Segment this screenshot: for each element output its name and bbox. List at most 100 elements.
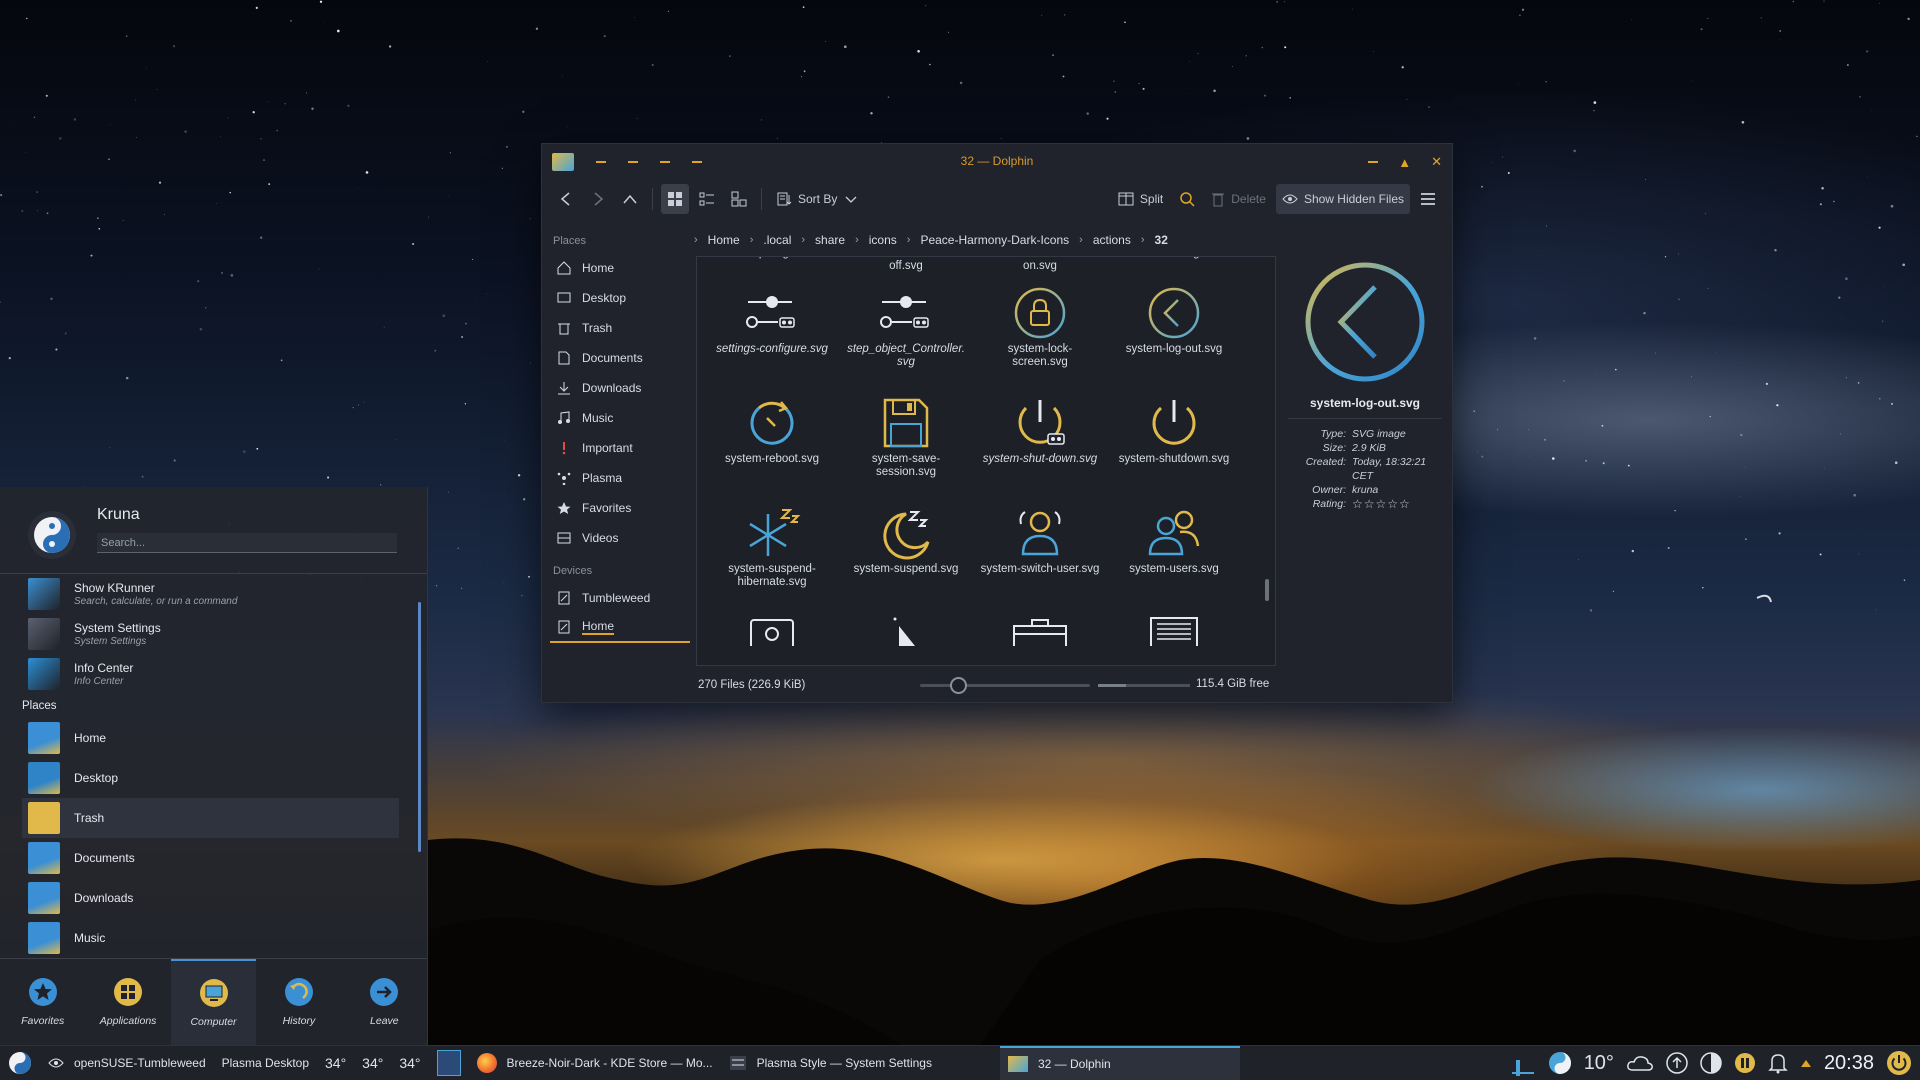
activity-switcher[interactable]: openSUSE-Tumbleweed xyxy=(40,1046,214,1080)
breadcrumb-item[interactable]: Home xyxy=(708,233,740,247)
places-item-music[interactable]: Music xyxy=(550,403,690,433)
places-item-plasma[interactable]: Plasma xyxy=(550,463,690,493)
file-item[interactable]: screen-rotate-auto-on.svg xyxy=(973,257,1107,279)
forward-button[interactable] xyxy=(584,184,612,214)
file-item[interactable]: system-reboot.svg xyxy=(705,389,839,499)
chevron-up-icon[interactable] xyxy=(1800,1058,1812,1068)
launcher-place-home[interactable]: Home xyxy=(0,718,427,758)
file-item[interactable]: system-save-session.svg xyxy=(839,389,973,499)
file-item[interactable]: system-users.svg xyxy=(1107,499,1241,609)
breadcrumb-item[interactable]: icons xyxy=(869,233,897,247)
dolphin-window[interactable]: 32 — Dolphin ▲ ✕ Sort By Split Delete Sh… xyxy=(541,143,1453,703)
file-item[interactable]: qa.svg xyxy=(705,257,839,279)
breadcrumb-item[interactable]: .local xyxy=(763,233,791,247)
places-item-videos[interactable]: Videos xyxy=(550,523,690,553)
task-system-settings[interactable]: Plasma Style — System Settings xyxy=(721,1046,940,1080)
file-item[interactable]: system-suspend-hibernate.svg xyxy=(705,499,839,609)
back-button[interactable] xyxy=(552,184,580,214)
information-panel: system-log-out.svg Type: SVG image Size: 2.… xyxy=(1280,256,1450,511)
pager-desktop[interactable] xyxy=(436,1050,461,1076)
up-button[interactable] xyxy=(616,184,644,214)
launcher-item-system-settings[interactable]: System Settings System Settings xyxy=(0,614,427,654)
file-item[interactable]: system-log-out.svg xyxy=(1107,279,1241,389)
device-item-home-partition[interactable]: Home xyxy=(550,613,690,643)
places-item-trash[interactable]: Trash xyxy=(550,313,690,343)
file-item[interactable] xyxy=(705,609,839,649)
file-item[interactable]: settings-configure.svg xyxy=(705,279,839,389)
breadcrumb-item[interactable]: 32 xyxy=(1155,233,1168,247)
zoom-slider[interactable] xyxy=(920,677,1090,694)
file-item[interactable]: system-lock-screen.svg xyxy=(973,279,1107,389)
cloud-icon[interactable] xyxy=(1626,1053,1654,1073)
app-launcher-button[interactable] xyxy=(0,1046,40,1080)
file-item[interactable]: system-switch-user.svg xyxy=(973,499,1107,609)
tab-leave[interactable]: Leave xyxy=(342,959,427,1045)
power-icon[interactable] xyxy=(1886,1050,1912,1076)
hamburger-menu-button[interactable] xyxy=(1414,184,1442,214)
weather-temperature[interactable]: 10° xyxy=(1584,1052,1614,1075)
split-button[interactable]: Split xyxy=(1112,184,1169,214)
places-item-documents[interactable]: Documents xyxy=(550,343,690,373)
search-button[interactable] xyxy=(1173,184,1201,214)
file-item[interactable]: system-suspend.svg xyxy=(839,499,973,609)
delete-button[interactable]: Delete xyxy=(1205,184,1272,214)
details-view-button[interactable] xyxy=(725,184,753,214)
search-input[interactable] xyxy=(97,533,397,553)
media-pause-icon[interactable] xyxy=(1734,1052,1756,1074)
places-item-home[interactable]: Home xyxy=(550,253,690,283)
places-item-favorites[interactable]: Favorites xyxy=(550,493,690,523)
opensuse-update-icon[interactable] xyxy=(1548,1051,1572,1075)
tab-computer[interactable]: Computer xyxy=(170,959,257,1045)
task-dolphin[interactable]: 32 — Dolphin xyxy=(999,1046,1240,1080)
temperature-widget[interactable]: 34° xyxy=(391,1055,428,1071)
tab-history[interactable]: History xyxy=(256,959,341,1045)
launcher-place-trash[interactable]: Trash xyxy=(22,798,399,838)
file-view[interactable]: qa.svg screen-rotate-auto-off.svg screen-r… xyxy=(696,256,1276,666)
avatar[interactable] xyxy=(28,511,76,559)
launcher-place-desktop[interactable]: Desktop xyxy=(0,758,427,798)
file-item[interactable]: select.svg xyxy=(1107,257,1241,279)
color-picker-icon[interactable] xyxy=(1700,1052,1722,1074)
tab-favorites[interactable]: Favorites xyxy=(0,959,85,1045)
launcher-place-downloads[interactable]: Downloads xyxy=(0,878,427,918)
compact-view-button[interactable] xyxy=(693,184,721,214)
file-item[interactable] xyxy=(973,609,1107,649)
sort-by-button[interactable]: Sort By xyxy=(770,184,863,214)
upload-icon[interactable] xyxy=(1666,1052,1688,1074)
launcher-item-info-center[interactable]: Info Center Info Center xyxy=(0,654,427,694)
blue-bars-icon[interactable] xyxy=(1510,1050,1536,1076)
pager[interactable] xyxy=(429,1046,469,1080)
breadcrumb-item[interactable]: actions xyxy=(1093,233,1131,247)
titlebar[interactable]: 32 — Dolphin ▲ ✕ xyxy=(542,144,1452,180)
bell-icon[interactable] xyxy=(1768,1052,1788,1074)
file-item[interactable]: step_object_Controller.svg xyxy=(839,279,973,389)
launcher-place-music[interactable]: Music xyxy=(0,918,427,958)
file-item[interactable]: screen-rotate-auto-off.svg xyxy=(839,257,973,279)
device-item-tumbleweed[interactable]: Tumbleweed xyxy=(550,583,690,613)
file-item[interactable]: system-shut-down.svg xyxy=(973,389,1107,499)
launcher-item-show-krunner[interactable]: Show KRunner Search, calculate, or run a … xyxy=(0,574,427,614)
places-item-desktop[interactable]: Desktop xyxy=(550,283,690,313)
clock[interactable]: 20:38 xyxy=(1824,1052,1874,1075)
temperature-widget[interactable]: 34° xyxy=(317,1055,354,1071)
file-item[interactable]: system-shutdown.svg xyxy=(1107,389,1241,499)
desktop-name[interactable]: Plasma Desktop xyxy=(214,1046,317,1080)
toolbar-separator xyxy=(652,188,653,210)
file-item[interactable] xyxy=(839,609,973,649)
rating-stars[interactable]: ☆☆☆☆☆ xyxy=(1352,497,1432,511)
places-item-downloads[interactable]: Downloads xyxy=(550,373,690,403)
breadcrumb-item[interactable]: Peace-Harmony-Dark-Icons xyxy=(920,233,1069,247)
launcher-place-documents[interactable]: Documents xyxy=(0,838,427,878)
view-scrollbar[interactable] xyxy=(1265,579,1269,601)
places-item-important[interactable]: Important xyxy=(550,433,690,463)
launcher-scrollbar[interactable] xyxy=(418,602,421,852)
icons-view-button[interactable] xyxy=(661,184,689,214)
breadcrumb-item[interactable]: share xyxy=(815,233,845,247)
tab-label: History xyxy=(282,1015,316,1027)
file-item[interactable] xyxy=(1107,609,1241,649)
zoom-slider-handle[interactable] xyxy=(950,677,967,694)
task-firefox[interactable]: Breeze-Noir-Dark - KDE Store — Mo... xyxy=(469,1046,721,1080)
show-hidden-files-button[interactable]: Show Hidden Files xyxy=(1275,184,1410,214)
temperature-widget[interactable]: 34° xyxy=(354,1055,391,1071)
tab-applications[interactable]: Applications xyxy=(85,959,170,1045)
